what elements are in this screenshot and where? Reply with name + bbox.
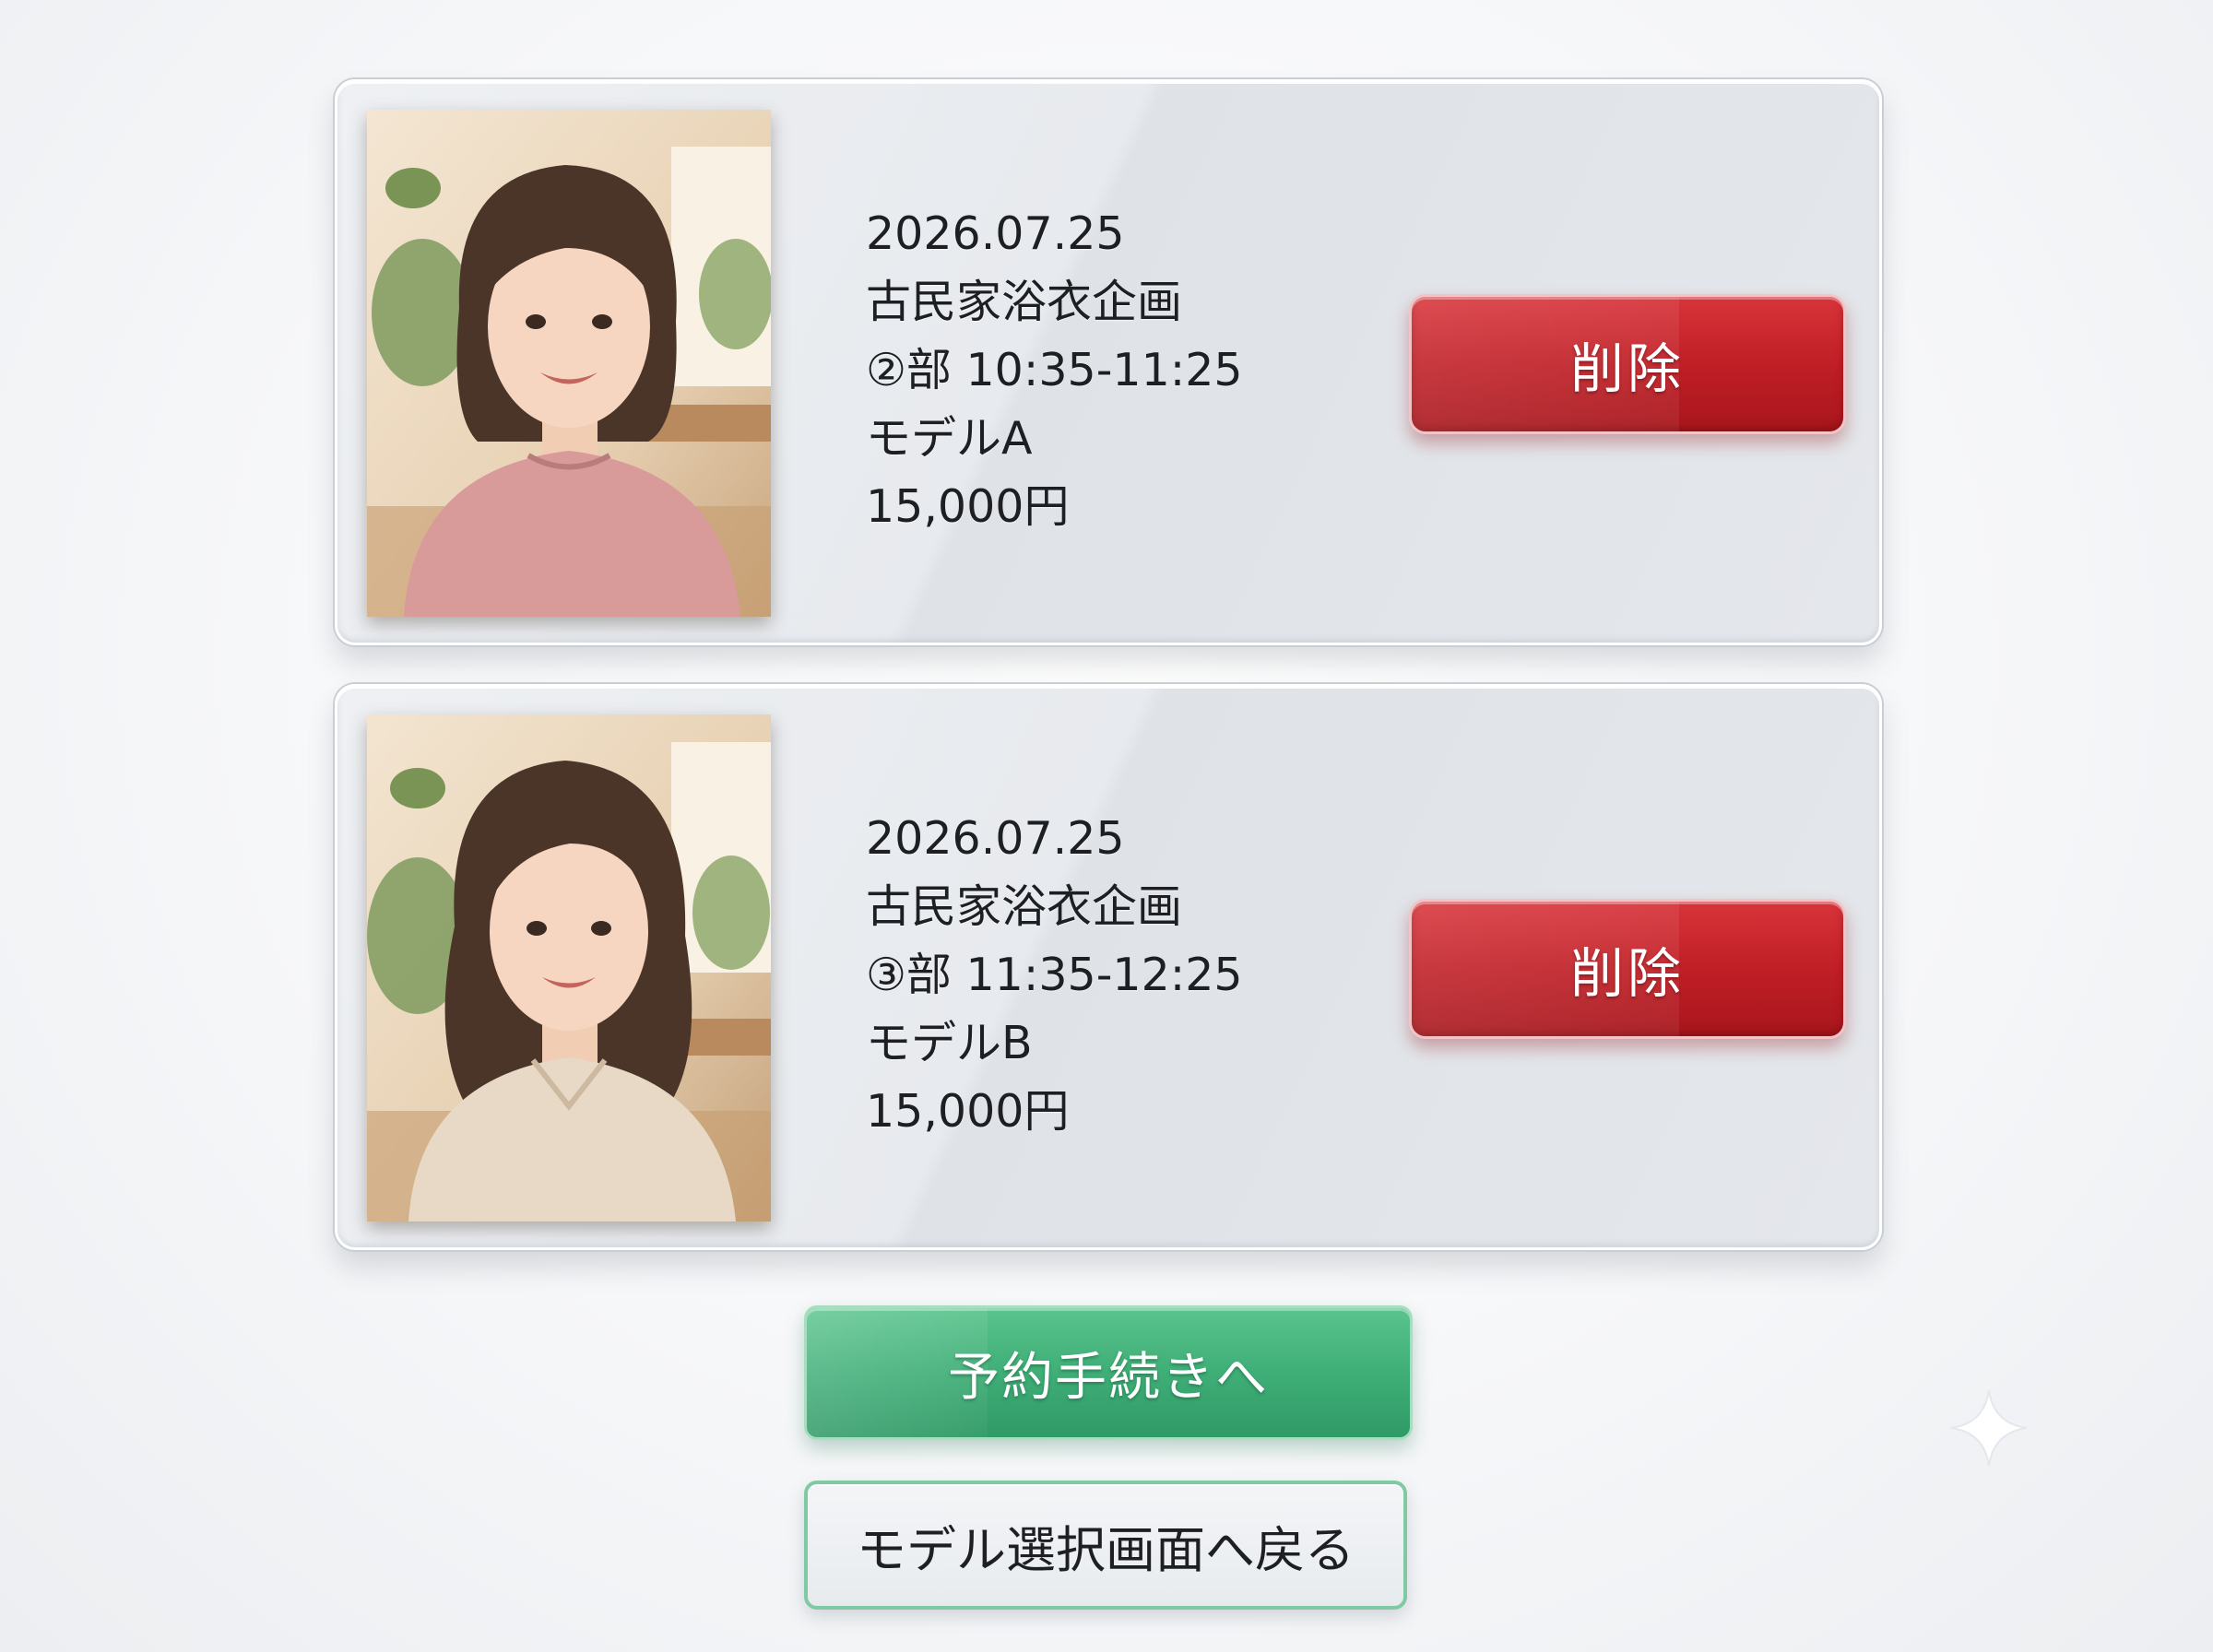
price: 15,000円 (866, 1085, 1070, 1138)
booking-details: 2026.07.25 古民家浴衣企画 ③部 11:35-12:25 モデルB 1… (866, 805, 1243, 1146)
back-to-model-selection-button[interactable]: モデル選択画面へ戻る (804, 1481, 1407, 1610)
model-name: モデルB (866, 1017, 1033, 1069)
booking-card: 2026.07.25 古民家浴衣企画 ②部 10:35-11:25 モデルA 1… (335, 79, 1882, 645)
booking-card: 2026.07.25 古民家浴衣企画 ③部 11:35-12:25 モデルB 1… (335, 684, 1882, 1250)
booking-date: 2026.07.25 (866, 812, 1125, 865)
booking-date: 2026.07.25 (866, 207, 1125, 260)
model-name: モデルA (866, 412, 1033, 465)
session-time: ③部 11:35-12:25 (866, 949, 1243, 1001)
delete-button-label: 削除 (1569, 942, 1685, 1005)
price: 15,000円 (866, 480, 1070, 533)
proceed-to-booking-button[interactable]: 予約手続きへ (804, 1305, 1413, 1440)
delete-button-label: 削除 (1569, 337, 1685, 400)
model-photo (367, 714, 771, 1221)
session-time: ②部 10:35-11:25 (866, 344, 1243, 396)
delete-button[interactable]: 削除 (1409, 294, 1846, 434)
event-name: 古民家浴衣企画 (866, 276, 1183, 328)
sparkle-icon (1950, 1389, 2028, 1467)
model-photo (367, 110, 771, 617)
event-name: 古民家浴衣企画 (866, 880, 1183, 933)
booking-details: 2026.07.25 古民家浴衣企画 ②部 10:35-11:25 モデルA 1… (866, 200, 1243, 541)
back-button-label: モデル選択画面へ戻る (857, 1520, 1355, 1579)
proceed-button-label: 予約手続きへ (948, 1347, 1269, 1408)
delete-button[interactable]: 削除 (1409, 899, 1846, 1039)
